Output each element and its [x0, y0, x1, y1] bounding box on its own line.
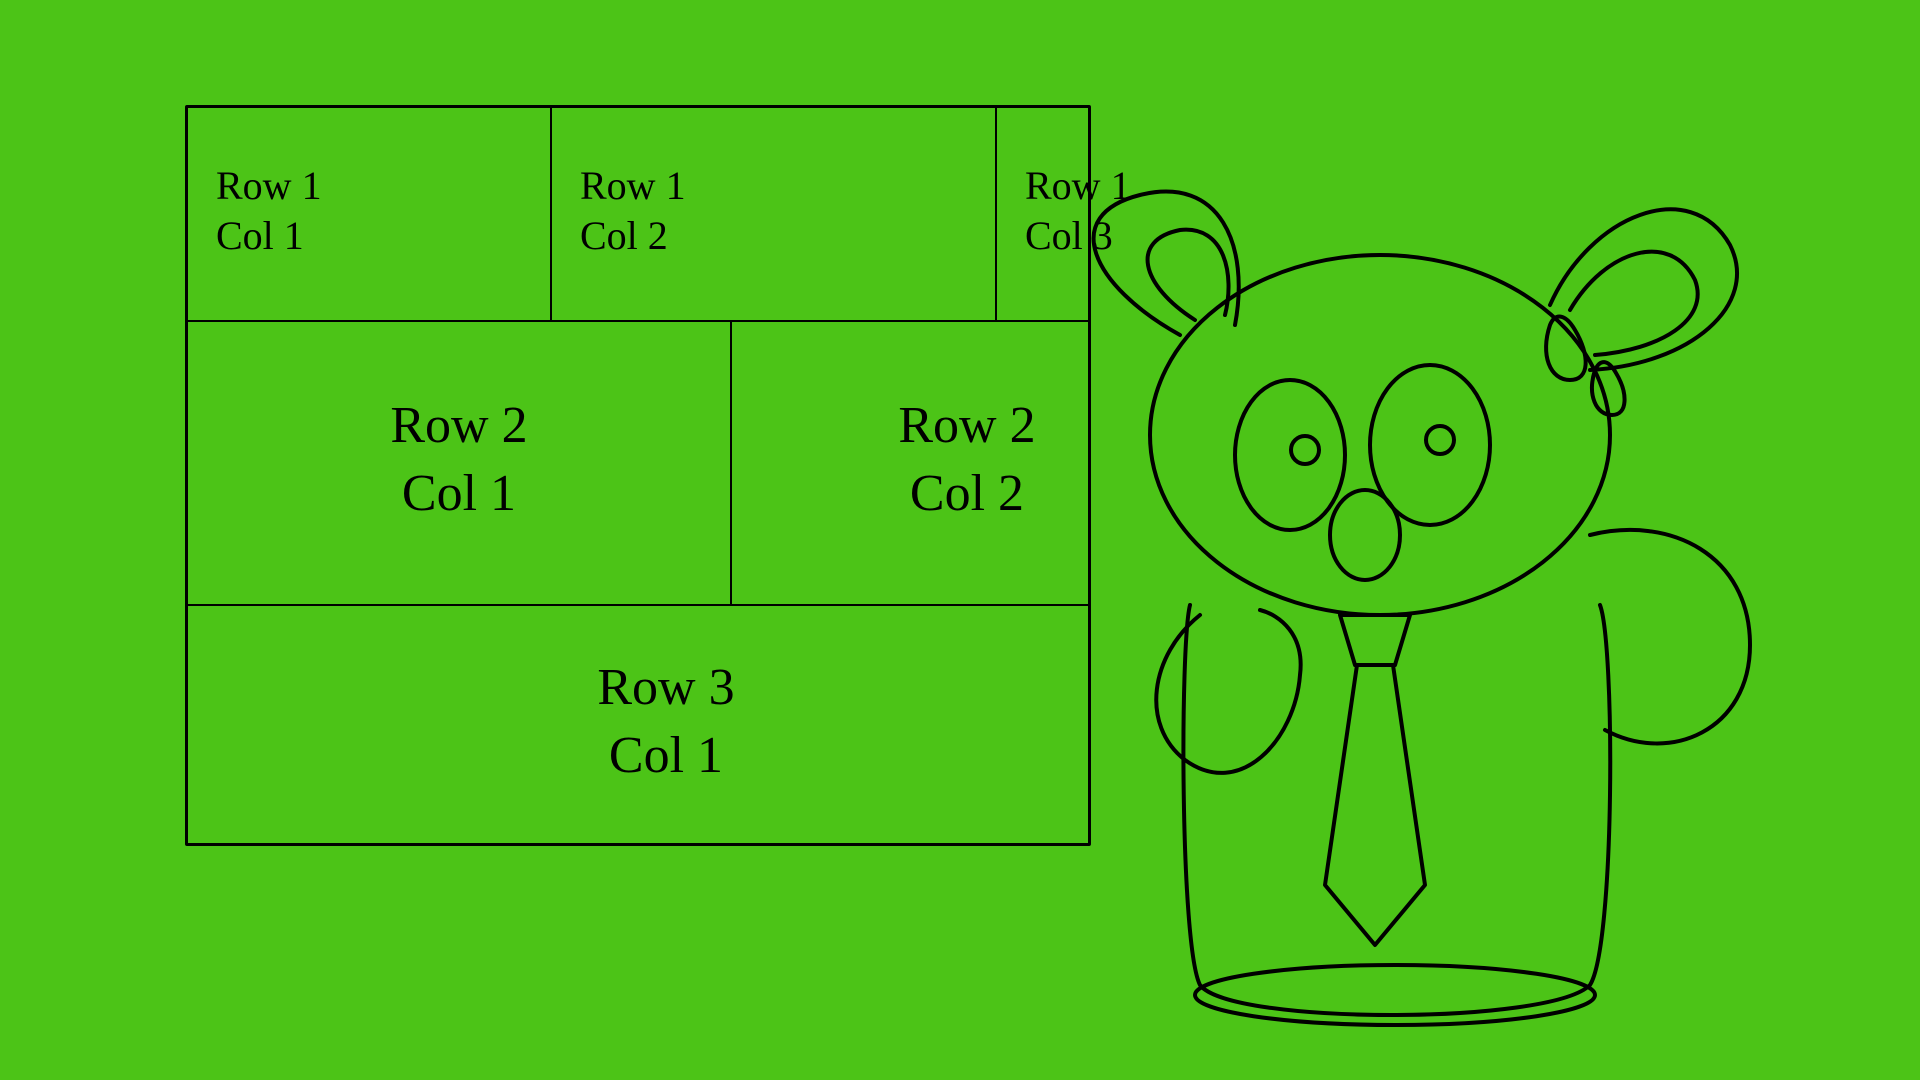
cell-text: Row 3: [597, 654, 734, 722]
table-row: Row 2 Col 1 Row 2 Col 2: [188, 320, 1088, 604]
table-row: Row 3 Col 1: [188, 604, 1088, 843]
table-cell: Row 1 Col 1: [188, 108, 550, 320]
koala-icon: [1030, 185, 1790, 1045]
cell-text: Col 1: [216, 211, 522, 261]
cell-text: Col 2: [910, 460, 1024, 528]
cell-text: Col 1: [402, 460, 516, 528]
table-cell: Row 1 Col 2: [550, 108, 995, 320]
cell-text: Row 1: [580, 161, 967, 211]
cell-text: Row 2: [390, 392, 527, 460]
cell-text: Col 2: [580, 211, 967, 261]
ragged-table: Row 1 Col 1 Row 1 Col 2 Row 1 Col 3 Row …: [185, 105, 1091, 846]
cell-text: Row 2: [898, 392, 1035, 460]
table-row: Row 1 Col 1 Row 1 Col 2 Row 1 Col 3: [188, 108, 1088, 320]
table-cell: Row 3 Col 1: [188, 606, 1144, 843]
table-cell: Row 2 Col 1: [188, 322, 730, 604]
cell-text: Col 1: [609, 722, 723, 790]
cell-text: Row 1: [216, 161, 522, 211]
